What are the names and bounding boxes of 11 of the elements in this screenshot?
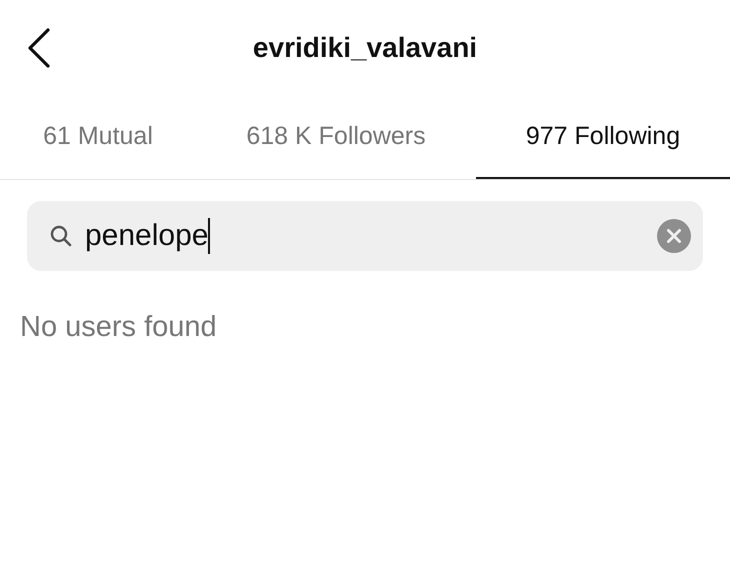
- search-field[interactable]: penelope: [27, 201, 703, 271]
- back-icon[interactable]: [26, 27, 52, 69]
- search-value: penelope: [85, 219, 208, 253]
- empty-message: No users found: [19, 310, 218, 345]
- clear-icon[interactable]: [657, 219, 691, 253]
- tab[interactable]: 618 K Followers: [196, 96, 476, 179]
- tab[interactable]: 61 Mutual: [0, 96, 196, 179]
- search-icon: [49, 224, 73, 248]
- tab[interactable]: 977 Following: [476, 96, 730, 179]
- text-cursor: [208, 218, 210, 254]
- profile-username: evridiki_valavani: [252, 32, 478, 64]
